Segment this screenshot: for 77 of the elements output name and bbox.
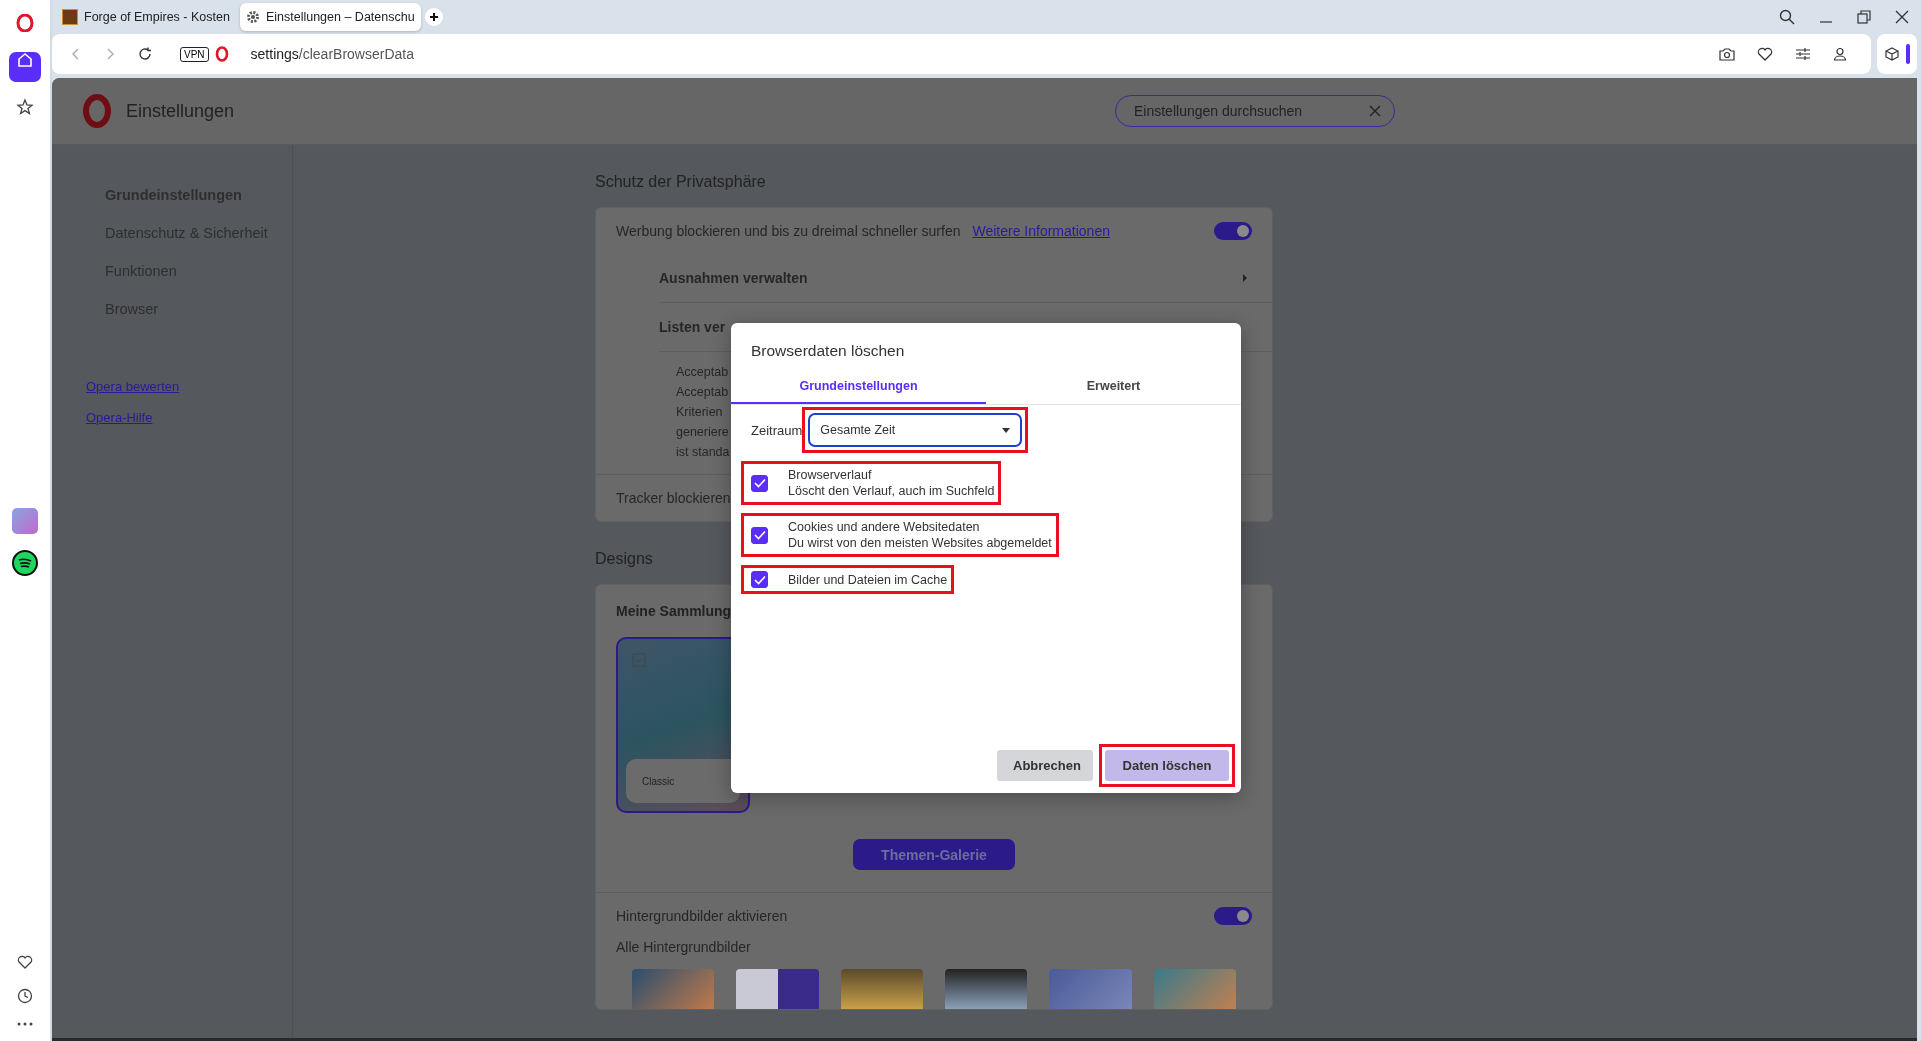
description-text: generiere [676,424,729,441]
reload-icon[interactable] [138,47,152,61]
search-field[interactable]: Einstellungen durchsuchen [1115,95,1395,127]
music-app-icon[interactable] [12,550,38,576]
time-range-dropdown[interactable]: Gesamte Zeit [808,413,1023,447]
wallpaper-thumbnail[interactable] [945,969,1028,1009]
option-label: Browserverlauf [788,467,873,483]
opera-logo-icon[interactable] [16,14,34,32]
help-link[interactable]: Opera-Hilfe [86,410,292,425]
sidebar-indicator [1905,44,1910,64]
wallpaper-thumbnail[interactable] [840,969,923,1009]
close-icon[interactable] [1895,10,1909,24]
home-button[interactable] [9,52,41,82]
sliders-icon[interactable] [1795,47,1811,61]
opera-logo-icon [214,46,229,62]
adblock-toggle[interactable] [1214,222,1252,240]
browser-tab[interactable]: Einstellungen – Datenschu [239,3,421,31]
camera-icon[interactable] [1719,47,1735,61]
delete-data-button[interactable]: Daten löschen [1105,750,1229,781]
description-text: Kriterien [676,404,723,421]
more-icon[interactable] [16,1021,34,1027]
checkbox[interactable] [751,526,768,544]
description-text: Acceptab [676,384,729,401]
profile-icon[interactable] [1833,47,1847,61]
new-tab-button[interactable] [424,8,443,26]
vpn-badge[interactable]: VPN [180,46,209,62]
collection-title: Meine Sammlung [616,603,733,619]
wallpaper-thumbnail[interactable] [1049,969,1132,1009]
heart-icon[interactable] [1757,47,1773,61]
setting-label[interactable]: Listen ver [659,319,726,335]
field-label: Zeitraum [750,422,803,438]
setting-label: Alle Hintergrundbilder [616,939,751,955]
dialog-title: Browserdaten löschen [750,341,906,361]
search-icon[interactable] [1779,9,1795,25]
option-description: Löscht den Verlauf, auch im Suchfeld [788,483,995,499]
info-link[interactable]: Weitere Informationen [972,223,1110,239]
description-text: Acceptab [676,364,729,381]
description-text: ist standa [676,444,730,461]
home-icon [16,51,34,69]
checkbox[interactable] [751,571,768,588]
gear-icon [245,10,260,24]
section-heading: Designs [595,550,654,568]
dialog-tab[interactable]: Erweitert [986,370,1241,404]
star-icon[interactable] [16,98,34,116]
cube-icon[interactable] [1884,47,1899,61]
setting-label: Werbung blockieren und bis zu dreimal schneller surfen [616,223,961,239]
setting-label: Hintergrundbilder aktivieren [616,908,788,924]
app-icon[interactable] [12,508,38,534]
plus-icon [428,12,439,22]
wallpaper-thumbnail[interactable] [1153,969,1236,1009]
theme-name: Classic [626,759,740,803]
setting-label: Tracker blockieren [616,490,731,506]
download-icon [632,653,646,667]
clock-icon[interactable] [16,987,34,1005]
option-label: Bilder und Dateien im Cache [788,571,948,588]
dialog-tab[interactable]: Grundeinstellungen [731,370,986,404]
wallpaper-toggle[interactable] [1214,907,1252,925]
checkbox[interactable] [751,474,768,492]
restore-icon[interactable] [1857,10,1871,24]
caret-icon [1002,427,1011,433]
setting-label[interactable]: Ausnahmen verwalten [659,270,808,286]
cancel-button[interactable]: Abbrechen [997,750,1093,781]
wallpaper-thumbnail[interactable] [736,969,819,1009]
section-heading: Schutz der Privatsphäre [595,173,767,191]
wallpaper-thumbnail[interactable] [632,969,715,1009]
page-title: Einstellungen [126,100,235,122]
help-link[interactable]: Opera bewerten [86,379,292,394]
url-text: settings/clearBrowserData [250,46,414,62]
option-description: Du wirst von den meisten Websites abgemeldet [788,535,1052,551]
option-label: Cookies und andere Websitedaten [788,519,981,535]
game-favicon-icon [62,9,78,25]
heart-icon[interactable] [16,953,34,971]
opera-logo-icon [80,94,114,128]
theme-gallery-button[interactable]: Themen-Galerie [853,839,1015,870]
address-bar[interactable]: VPN settings/clearBrowserData [52,34,1871,74]
chevron-icon[interactable] [1242,273,1248,283]
browser-tab[interactable]: Forge of Empires - Kosten [56,3,236,31]
